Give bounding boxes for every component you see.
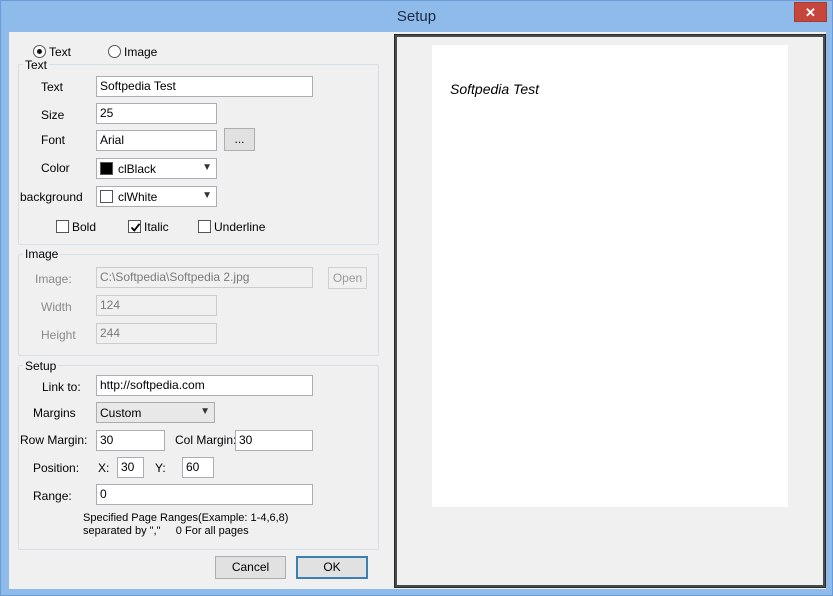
bold-checkbox[interactable] bbox=[56, 220, 69, 233]
preview-background: Softpedia Test bbox=[397, 37, 823, 585]
position-y-input[interactable]: 60 bbox=[182, 457, 214, 478]
chevron-down-icon: ▼ bbox=[200, 406, 210, 417]
setup-group-title: Setup bbox=[23, 359, 59, 373]
text-input[interactable]: Softpedia Test bbox=[96, 76, 313, 97]
position-x-input[interactable]: 30 bbox=[117, 457, 144, 478]
background-select[interactable]: clWhite ▼ bbox=[96, 186, 217, 207]
range-hint-line1: Specified Page Ranges(Example: 1-4,6,8) bbox=[83, 512, 289, 524]
window-title: Setup bbox=[396, 8, 437, 25]
image-path-input[interactable]: C:\Softpedia\Softpedia 2.jpg bbox=[96, 267, 313, 288]
color-select[interactable]: clBlack ▼ bbox=[96, 158, 217, 179]
range-label: Range: bbox=[33, 489, 72, 503]
position-label: Position: bbox=[33, 461, 80, 475]
size-label: Size bbox=[41, 108, 65, 122]
underline-label[interactable]: Underline bbox=[214, 220, 265, 234]
close-icon[interactable]: ✕ bbox=[794, 2, 827, 22]
font-label: Font bbox=[41, 133, 66, 147]
position-x-label: X: bbox=[98, 461, 110, 475]
font-picker-button[interactable]: ... bbox=[224, 128, 255, 151]
text-mode-label[interactable]: Text bbox=[49, 45, 71, 59]
link-label: Link to: bbox=[42, 380, 81, 394]
color-value: clBlack bbox=[118, 162, 157, 176]
chevron-down-icon: ▼ bbox=[202, 190, 212, 201]
setup-window: Setup ✕ Text Image Text Text Softpedia T… bbox=[0, 0, 833, 596]
height-input[interactable]: 244 bbox=[96, 323, 217, 344]
margins-select[interactable]: Custom ▼ bbox=[96, 402, 215, 423]
preview-page: Softpedia Test bbox=[432, 45, 788, 507]
chevron-down-icon: ▼ bbox=[202, 162, 212, 173]
italic-label[interactable]: Italic bbox=[144, 220, 169, 234]
range-input[interactable]: 0 bbox=[96, 484, 313, 505]
col-margin-input[interactable]: 30 bbox=[235, 430, 313, 451]
range-hint-line2: separated by "," 0 For all pages bbox=[83, 525, 249, 537]
width-label: Width bbox=[41, 300, 72, 314]
color-label: Color bbox=[41, 161, 70, 175]
image-group-title: Image bbox=[23, 247, 61, 261]
width-input[interactable]: 124 bbox=[96, 295, 217, 316]
preview-panel: Softpedia Test bbox=[394, 34, 826, 588]
row-margin-label: Row Margin: bbox=[20, 433, 88, 447]
ok-button[interactable]: OK bbox=[296, 556, 368, 579]
open-image-button[interactable]: Open bbox=[328, 267, 367, 289]
position-y-label: Y: bbox=[155, 461, 166, 475]
color-swatch bbox=[100, 162, 113, 175]
col-margin-label: Col Margin: bbox=[175, 433, 237, 447]
title-bar: Setup ✕ bbox=[1, 1, 832, 32]
background-label: background bbox=[20, 190, 83, 204]
image-mode-radio[interactable] bbox=[108, 45, 121, 58]
italic-checkbox[interactable] bbox=[128, 220, 141, 233]
checkmark-icon bbox=[130, 223, 141, 232]
underline-checkbox[interactable] bbox=[198, 220, 211, 233]
text-mode-radio[interactable] bbox=[33, 45, 46, 58]
text-group-title: Text bbox=[23, 58, 50, 72]
link-input[interactable]: http://softpedia.com bbox=[96, 375, 313, 396]
text-label: Text bbox=[41, 80, 64, 94]
image-mode-label[interactable]: Image bbox=[124, 45, 157, 59]
preview-text: Softpedia Test bbox=[450, 81, 539, 97]
background-swatch bbox=[100, 190, 113, 203]
bold-label[interactable]: Bold bbox=[72, 220, 96, 234]
margins-label: Margins bbox=[33, 406, 76, 420]
cancel-button[interactable]: Cancel bbox=[215, 556, 286, 579]
row-margin-input[interactable]: 30 bbox=[96, 430, 165, 451]
font-input[interactable]: Arial bbox=[96, 130, 217, 151]
size-input[interactable]: 25 bbox=[96, 103, 217, 124]
height-label: Height bbox=[41, 328, 76, 342]
margins-value: Custom bbox=[100, 406, 142, 420]
dialog-client: Text Image Text Text Softpedia Test Size… bbox=[9, 32, 826, 589]
background-value: clWhite bbox=[118, 190, 158, 204]
image-path-label: Image: bbox=[35, 272, 72, 286]
